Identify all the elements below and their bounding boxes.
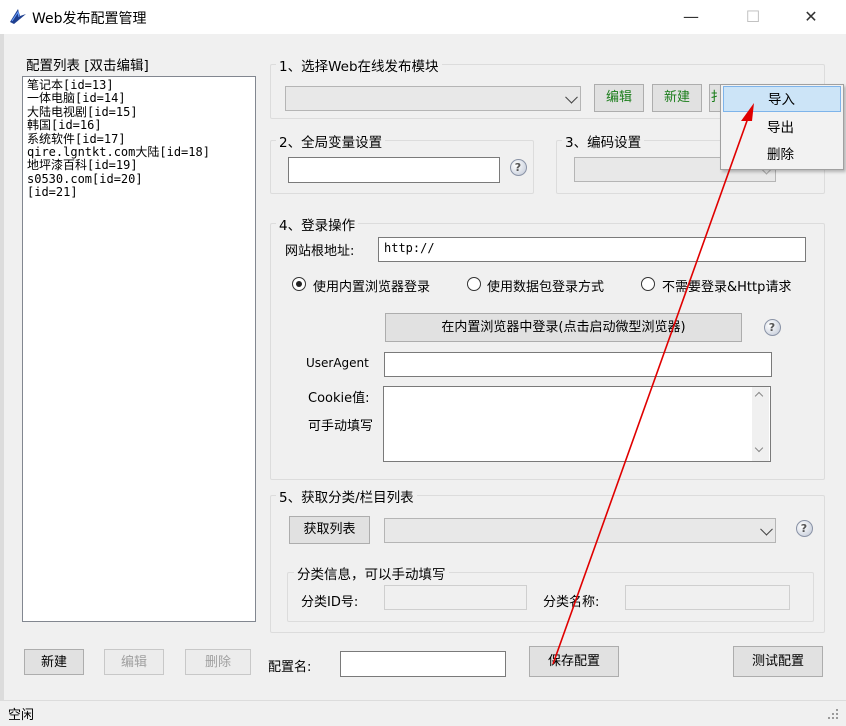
category-name-label: 分类名称:: [543, 595, 600, 610]
section1-title: 1、选择Web在线发布模块: [276, 55, 442, 75]
useragent-label: UserAgent: [306, 356, 369, 370]
builtin-browser-login-button[interactable]: 在内置浏览器中登录(点击启动微型浏览器): [385, 313, 742, 342]
section4-title: 4、登录操作: [276, 214, 359, 234]
site-root-input[interactable]: http://: [378, 237, 806, 262]
status-text: 空闲: [8, 708, 35, 723]
help-icon[interactable]: ?: [507, 156, 529, 178]
test-config-button[interactable]: 测试配置: [733, 646, 823, 677]
category-id-input[interactable]: [384, 585, 527, 610]
radio-packet-login[interactable]: [467, 277, 481, 291]
cookie-label: Cookie值:: [308, 391, 370, 406]
new-config-button[interactable]: 新建: [24, 649, 84, 675]
section2-title: 2、全局变量设置: [276, 131, 386, 151]
module-select[interactable]: [285, 86, 581, 111]
site-root-label: 网站根地址:: [285, 244, 355, 259]
category-select[interactable]: [384, 518, 776, 543]
fetch-list-button[interactable]: 获取列表: [289, 516, 370, 544]
config-name-input[interactable]: [340, 651, 506, 677]
module-new-button[interactable]: 新建: [652, 84, 702, 112]
help-icon[interactable]: ?: [761, 316, 783, 338]
close-button[interactable]: ✕: [788, 0, 834, 34]
menu-item-export[interactable]: 导出: [723, 115, 841, 141]
list-item[interactable]: 一体电脑[id=14]: [27, 91, 251, 105]
section3-title: 3、编码设置: [562, 131, 645, 151]
cookie-textarea[interactable]: [383, 386, 771, 462]
radio-packet-login-label[interactable]: 使用数据包登录方式: [487, 276, 604, 295]
category-id-label: 分类ID号:: [301, 595, 359, 610]
category-info-title: 分类信息，可以手动填写: [294, 563, 449, 583]
manual-fill-label: 可手动填写: [308, 419, 374, 434]
list-item[interactable]: [id=21]: [27, 185, 251, 199]
maximize-button[interactable]: ☐: [730, 0, 776, 34]
config-listbox[interactable]: 笔记本[id=13] 一体电脑[id=14] 大陆电视剧[id=15] 韩国[i…: [22, 76, 256, 622]
config-name-label: 配置名:: [268, 660, 312, 675]
list-item[interactable]: 地坪漆百科[id=19]: [27, 159, 251, 173]
config-list-header: 配置列表 [双击编辑]: [26, 58, 149, 74]
chevron-down-icon: [565, 90, 578, 104]
app-icon: [10, 9, 26, 24]
scroll-down-icon[interactable]: [754, 443, 764, 453]
chevron-down-icon: [760, 522, 773, 536]
radio-builtin-browser[interactable]: [292, 277, 306, 291]
radio-no-login[interactable]: [641, 277, 655, 291]
window-edge: [0, 34, 4, 724]
radio-no-login-label[interactable]: 不需要登录&Http请求: [662, 276, 791, 295]
category-name-input[interactable]: [625, 585, 790, 610]
list-item[interactable]: s0530.com[id=20]: [27, 172, 251, 186]
edit-config-button[interactable]: 编辑: [104, 649, 164, 675]
menu-item-import[interactable]: 导入: [723, 86, 841, 112]
section5-title: 5、获取分类/栏目列表: [276, 486, 417, 506]
window-title: Web发布配置管理: [32, 11, 147, 27]
resize-grip-icon[interactable]: [826, 707, 840, 721]
list-item[interactable]: qire.lgntkt.com大陆[id=18]: [27, 145, 251, 159]
menu-item-delete[interactable]: 删除: [723, 142, 841, 168]
minimize-button[interactable]: —: [668, 0, 714, 34]
radio-builtin-browser-label[interactable]: 使用内置浏览器登录: [313, 276, 430, 295]
useragent-input[interactable]: [384, 352, 772, 377]
context-menu: 导入 导出 删除: [720, 84, 844, 170]
list-item[interactable]: 韩国[id=16]: [27, 118, 251, 132]
scroll-up-icon[interactable]: [754, 391, 764, 401]
help-icon[interactable]: ?: [793, 517, 815, 539]
status-bar: [0, 700, 846, 726]
cookie-scrollbar[interactable]: [752, 387, 769, 461]
global-variable-input[interactable]: [288, 157, 500, 183]
module-edit-button[interactable]: 编辑: [594, 84, 644, 112]
list-item[interactable]: 笔记本[id=13]: [27, 78, 251, 92]
save-config-button[interactable]: 保存配置: [529, 646, 619, 677]
delete-config-button[interactable]: 删除: [185, 649, 251, 675]
